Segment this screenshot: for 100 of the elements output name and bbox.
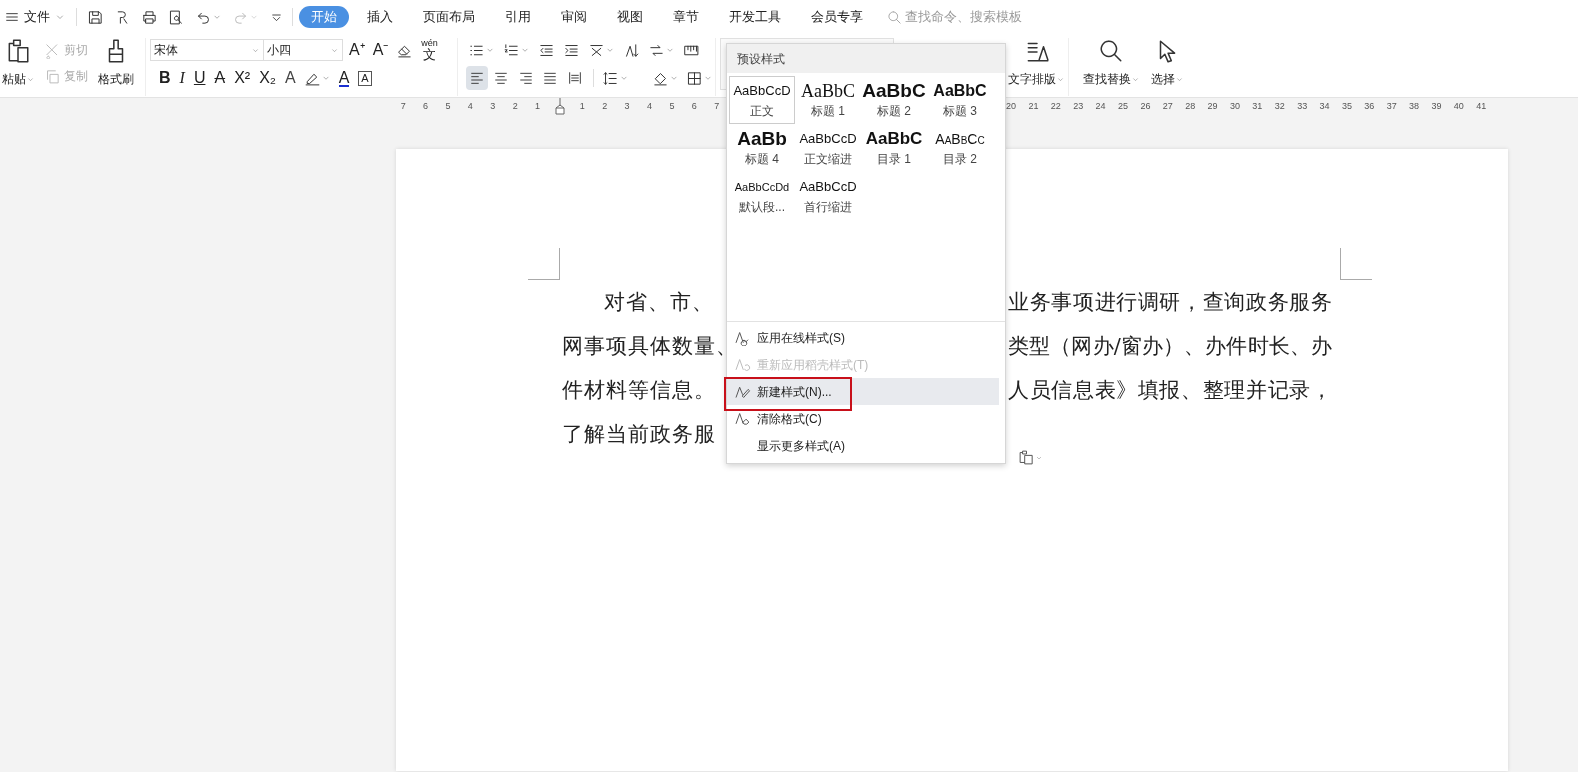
ruler-number: 4 [466,100,474,114]
document-text: 类型（网办/窗办）、办件时长、办 [1008,333,1332,361]
ribbon-tab[interactable]: 开发工具 [717,6,793,28]
align-icon [542,70,559,86]
menu-item[interactable]: 显示更多样式(A) [727,432,999,459]
select-button[interactable]: 选择 [1145,38,1189,88]
ruler-number: 3 [623,100,631,114]
ruler-number: 31 [1251,100,1264,114]
format-button[interactable]: X₂ [256,66,279,90]
ruler-number: 2 [511,100,519,114]
format-button[interactable]: A [282,66,299,90]
style-icon [734,410,751,427]
document-text: 人员信息表》填报、整理并记录， [1008,377,1332,405]
menu-item[interactable]: 新建样式(N)... [727,378,999,405]
ruler-number: 40 [1452,100,1465,114]
format-painter-button[interactable]: 格式刷 [96,38,136,88]
shrink-font-button[interactable]: A⁻ [370,38,391,62]
ruler-number: 3 [489,100,497,114]
document-text: 件材料等信息。 [562,377,716,405]
ruler-number: 41 [1475,100,1488,114]
ruler-number: 20 [1005,100,1018,114]
style-option[interactable]: AaBbC 目录 1 [861,124,927,172]
font-size-dropdown[interactable]: 小四 [263,39,343,61]
ruler-number: 29 [1206,100,1219,114]
ruler-number: 33 [1296,100,1309,114]
ruler-number: 6 [422,100,430,114]
format-button[interactable]: X² [231,66,254,90]
ruler-number: 38 [1408,100,1421,114]
ruler-number: 2 [601,100,609,114]
ribbon-tab[interactable]: 引用 [493,6,543,28]
style-option[interactable]: AaBbCcD 正文 [729,76,795,124]
style-option[interactable]: AaBbCcD 正文缩进 [795,124,861,172]
style-option[interactable]: AaBbCcD 首行缩进 [795,172,861,220]
format-button[interactable]: A [335,66,353,90]
align-icon [566,70,583,86]
document-text: 业务事项进行调研，查询政务服务 [1008,289,1332,317]
ruler-number: 26 [1139,100,1152,114]
align-icon [517,70,534,86]
menu-item-label: 应用在线样式(S) [757,329,845,347]
borders-icon [686,69,703,87]
find-replace-button[interactable]: 查找替换 [1077,38,1145,88]
document-text: 对省、市、 [603,289,714,317]
style-option[interactable]: AaBbC 标题 2 [861,76,927,124]
ruler-number: 21 [1027,100,1040,114]
align-button[interactable] [466,66,488,90]
clipboard-icon [1018,449,1035,466]
ruler-number: 28 [1184,100,1197,114]
paste-button[interactable]: 粘贴 [0,38,36,88]
ribbon-tab[interactable]: 插入 [355,6,405,28]
ruler-number: 32 [1273,100,1286,114]
search-icon [887,9,902,25]
dropdown-header: 预设样式 [737,50,785,68]
save-icon [87,8,104,26]
ruler-number: 1 [534,100,542,114]
ribbon-tab[interactable]: 会员专享 [799,6,875,28]
crop-mark [1340,248,1372,280]
copy-icon [44,67,61,85]
align-icon [468,70,485,86]
ruler-number: 5 [444,100,452,114]
phonetic-guide-button[interactable]: wén 文 [419,38,440,62]
ruler-number: 36 [1363,100,1376,114]
search-icon [1098,38,1124,64]
ruler-number: 7 [399,100,407,114]
document-text: 了解当前政务服 [562,421,716,449]
ruler-number: 1 [578,100,586,114]
ribbon-tab[interactable]: 页面布局 [411,6,487,28]
print-preview-icon [168,8,185,26]
style-option[interactable]: AaBbCc 目录 2 [927,124,993,172]
ribbon-tab[interactable]: 审阅 [549,6,599,28]
format-button[interactable]: A [355,66,375,90]
style-option[interactable]: AaBbC 标题 1 [795,76,861,124]
format-button[interactable]: B [156,66,174,90]
search-field[interactable]: 查找命令、搜索模板 [887,6,1045,28]
font-name-dropdown[interactable]: 宋体 [150,39,264,61]
menu-item[interactable]: 清除格式(C) [727,405,999,432]
ribbon-tab[interactable]: 视图 [605,6,655,28]
print-icon [141,8,158,26]
style-option[interactable]: AaBbC 标题 3 [927,76,993,124]
line-spacing-icon [602,69,620,87]
align-icon [493,70,510,86]
ruler-number: 5 [668,100,676,114]
ribbon-tab[interactable]: 章节 [661,6,711,28]
style-option[interactable]: AaBbCcDd 默认段... [729,172,795,220]
file-menu[interactable]: 文件 [2,5,68,29]
ruler-number: 6 [690,100,698,114]
style-icon [734,356,751,373]
ruler-number: 37 [1385,100,1398,114]
ruler-number: 39 [1430,100,1443,114]
menu-item-label: 清除格式(C) [757,410,822,428]
style-option[interactable]: AaBb 标题 4 [729,124,795,172]
sort-icon [623,41,640,59]
ruler-number: 30 [1228,100,1241,114]
format-button[interactable]: A [211,66,229,90]
paste-options-button[interactable] [1018,449,1043,466]
ruler-number: 25 [1117,100,1129,114]
grow-font-button[interactable]: A⁺ [347,38,367,62]
format-button[interactable]: U [190,66,209,90]
menu-item-label: 重新应用稻壳样式(T) [757,356,869,374]
format-button[interactable]: I [176,66,188,90]
style-icon [734,329,751,346]
